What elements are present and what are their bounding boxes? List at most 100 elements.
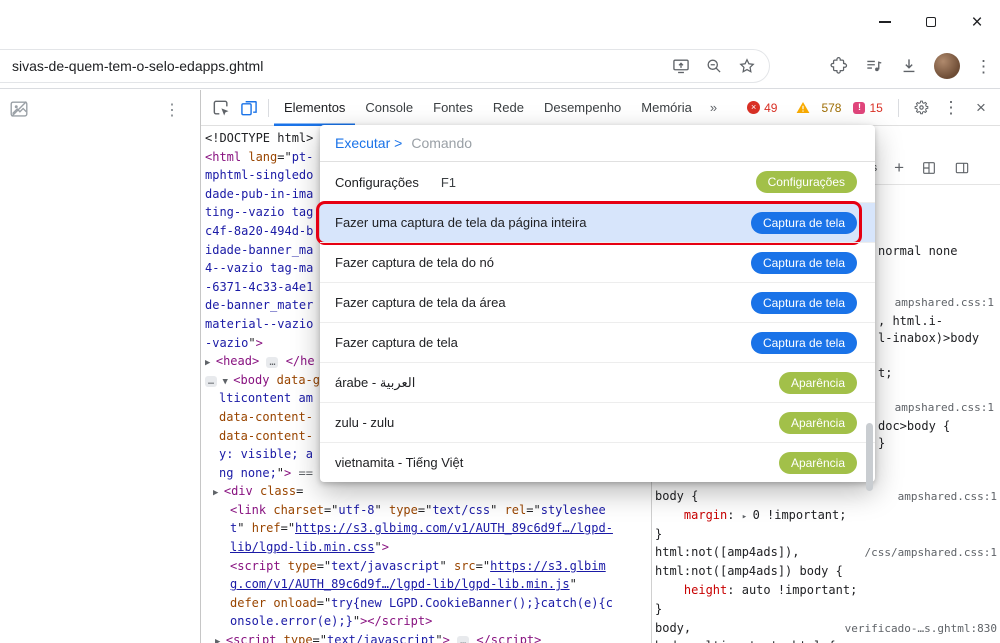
- media-controls-icon[interactable]: [864, 56, 884, 76]
- devtools-close-icon[interactable]: ×: [968, 95, 994, 121]
- css-fragment: }: [878, 436, 885, 450]
- command-item-badge: Captura de tela: [751, 292, 857, 314]
- css-fragment: l-inabox)>body: [878, 331, 979, 345]
- browser-toolbar: sivas-de-quem-tem-o-selo-edapps.ghtml ⋮: [0, 44, 1000, 89]
- command-menu-item[interactable]: Fazer uma captura de tela da página inte…: [320, 202, 875, 242]
- dom-tree-line[interactable]: lib/lgpd-lib.min.css">: [205, 538, 651, 557]
- downloads-icon[interactable]: [899, 56, 919, 76]
- minimize-icon: [879, 21, 891, 23]
- css-rule-line[interactable]: }: [655, 525, 998, 544]
- zoom-icon[interactable]: [704, 56, 724, 76]
- page-viewport: ⋮: [0, 90, 200, 643]
- dom-tree-line[interactable]: <script type="text/javascript" src="http…: [205, 557, 651, 576]
- command-menu-item[interactable]: Fazer captura de tela do nó Captura de te…: [320, 242, 875, 282]
- maximize-icon: [926, 17, 936, 27]
- command-item-badge: Aparência: [779, 452, 857, 474]
- bookmark-star-icon[interactable]: [737, 56, 757, 76]
- dom-tree-line[interactable]: defer onload="try{new LGPD.CookieBanner(…: [205, 594, 651, 613]
- command-item-label: vietnamita - Tiếng Việt: [335, 455, 463, 470]
- console-errors-counter[interactable]: × 49: [747, 101, 777, 115]
- devtools-tab-memória[interactable]: Memória: [631, 90, 702, 126]
- styles-occluded-fragments: normal none ampshared.css:1 , html.i-l-ina…: [878, 191, 997, 501]
- browser-menu-icon[interactable]: ⋮: [975, 58, 992, 75]
- dock-sidebar-icon[interactable]: [954, 160, 970, 176]
- devtools-tab-desempenho[interactable]: Desempenho: [534, 90, 631, 126]
- maximize-button[interactable]: [908, 0, 954, 44]
- command-input[interactable]: Executar > Comando: [320, 125, 875, 162]
- devtools-tab-rede[interactable]: Rede: [483, 90, 534, 126]
- css-rule-line[interactable]: html:not([amp4ads]),/css/ampshared.css:1: [655, 543, 998, 562]
- command-item-badge: Captura de tela: [751, 212, 857, 234]
- new-style-rule-icon[interactable]: +: [894, 159, 904, 176]
- issues-icon: !: [853, 102, 865, 114]
- css-source-link[interactable]: /css/ampshared.css:1: [865, 544, 998, 563]
- css-rule-line[interactable]: body.multicontent, html {: [655, 637, 998, 643]
- extensions-icon[interactable]: [829, 56, 849, 76]
- command-item-label: Fazer captura de tela do nó: [335, 255, 494, 270]
- dom-tree-line[interactable]: t" href="https://s3.glbimg.com/v1/AUTH_8…: [205, 519, 651, 538]
- minimize-button[interactable]: [862, 0, 908, 44]
- css-source-link[interactable]: ampshared.css:1: [898, 488, 998, 507]
- url-text[interactable]: sivas-de-quem-tem-o-selo-edapps.ghtml: [12, 58, 671, 74]
- command-menu-item[interactable]: zulu - zulu Aparência: [320, 402, 875, 442]
- command-prefix: Executar >: [335, 135, 402, 151]
- dom-tree-line[interactable]: ▶ <script type="text/javascript"> … </sc…: [205, 631, 651, 643]
- console-warnings-counter[interactable]: 578: [789, 94, 841, 122]
- command-menu-scrollbar[interactable]: [866, 423, 873, 491]
- command-item-badge: Configurações: [756, 171, 857, 193]
- omnibox[interactable]: sivas-de-quem-tem-o-selo-edapps.ghtml: [0, 49, 770, 83]
- command-item-badge: Aparência: [779, 412, 857, 434]
- css-rule-line[interactable]: margin: ▸ 0 !important;: [655, 506, 998, 525]
- command-menu-item[interactable]: árabe - العربيةAparência: [320, 362, 875, 402]
- devtools-tab-elementos[interactable]: Elementos: [274, 90, 355, 126]
- css-rule-line[interactable]: }: [655, 600, 998, 619]
- command-menu-list: ConfiguraçõesF1ConfiguraçõesFazer uma ca…: [320, 162, 875, 482]
- styles-rules: body {ampshared.css:1 margin: ▸ 0 !impor…: [655, 487, 998, 643]
- inspect-element-icon[interactable]: [207, 94, 235, 122]
- devtools-tabs: ElementosConsoleFontesRedeDesempenhoMemó…: [274, 90, 702, 126]
- device-toolbar-icon[interactable]: [235, 94, 263, 122]
- devtools-menu-icon[interactable]: ⋮: [938, 95, 964, 121]
- more-tabs-icon[interactable]: »: [702, 90, 725, 126]
- dom-tree-line[interactable]: onsole.error(e);}"></script>: [205, 612, 651, 631]
- command-placeholder: Comando: [411, 135, 472, 151]
- css-fragment: ampshared.css:1: [895, 401, 994, 414]
- close-icon: ×: [971, 13, 982, 32]
- dom-tree-line[interactable]: ▶ <div class=: [205, 482, 651, 501]
- css-rule-line[interactable]: body,verificado-…s.ghtml:830: [655, 619, 998, 638]
- issues-counter[interactable]: ! 15: [853, 101, 882, 115]
- css-fragment: normal none: [878, 244, 957, 258]
- command-menu-item[interactable]: vietnamita - Tiếng Việt Aparência: [320, 442, 875, 482]
- settings-gear-icon[interactable]: [908, 95, 934, 121]
- css-source-link[interactable]: verificado-…s.ghtml:830: [845, 620, 998, 639]
- command-menu-item[interactable]: Fazer captura de telaCaptura de tela: [320, 322, 875, 362]
- dom-tree-line[interactable]: g.com/v1/AUTH_89c6d9f…/lgpd-lib/lgpd-lib…: [205, 575, 651, 594]
- toolbar-separator: [268, 99, 269, 117]
- error-icon: ×: [747, 101, 760, 114]
- page-menu-icon[interactable]: ⋮: [164, 100, 180, 120]
- css-rule-line[interactable]: height: auto !important;: [655, 581, 998, 600]
- css-fragment: doc>body {: [878, 419, 950, 433]
- command-menu-item[interactable]: Fazer captura de tela da áreaCaptura de …: [320, 282, 875, 322]
- toolbar-separator: [898, 99, 899, 117]
- command-item-badge: Captura de tela: [751, 252, 857, 274]
- devtools-toolbar-right: ⋮ ×: [893, 95, 1000, 121]
- command-item-label: árabe - العربية: [335, 375, 415, 391]
- send-to-devices-icon[interactable]: [671, 56, 691, 76]
- devtools-toolbar: ElementosConsoleFontesRedeDesempenhoMemó…: [201, 90, 1000, 126]
- dom-tree-line[interactable]: <link charset="utf-8" type="text/css" re…: [205, 501, 651, 520]
- command-item-shortcut: F1: [441, 175, 456, 190]
- command-item-label: zulu - zulu: [335, 415, 394, 430]
- css-fragment: , html.i-: [878, 314, 943, 328]
- close-window-button[interactable]: ×: [954, 0, 1000, 44]
- css-fragment: ampshared.css:1: [895, 296, 994, 309]
- devtools-tab-console[interactable]: Console: [355, 90, 423, 126]
- devtools-tab-fontes[interactable]: Fontes: [423, 90, 483, 126]
- warning-icon: [789, 94, 817, 122]
- profile-avatar[interactable]: [934, 53, 960, 79]
- css-rule-line[interactable]: html:not([amp4ads]) body {: [655, 562, 998, 581]
- omnibox-icons: [671, 56, 757, 76]
- layout-pane-icon[interactable]: [921, 160, 937, 176]
- css-rule-line[interactable]: body {ampshared.css:1: [655, 487, 998, 506]
- command-menu-item[interactable]: ConfiguraçõesF1Configurações: [320, 162, 875, 202]
